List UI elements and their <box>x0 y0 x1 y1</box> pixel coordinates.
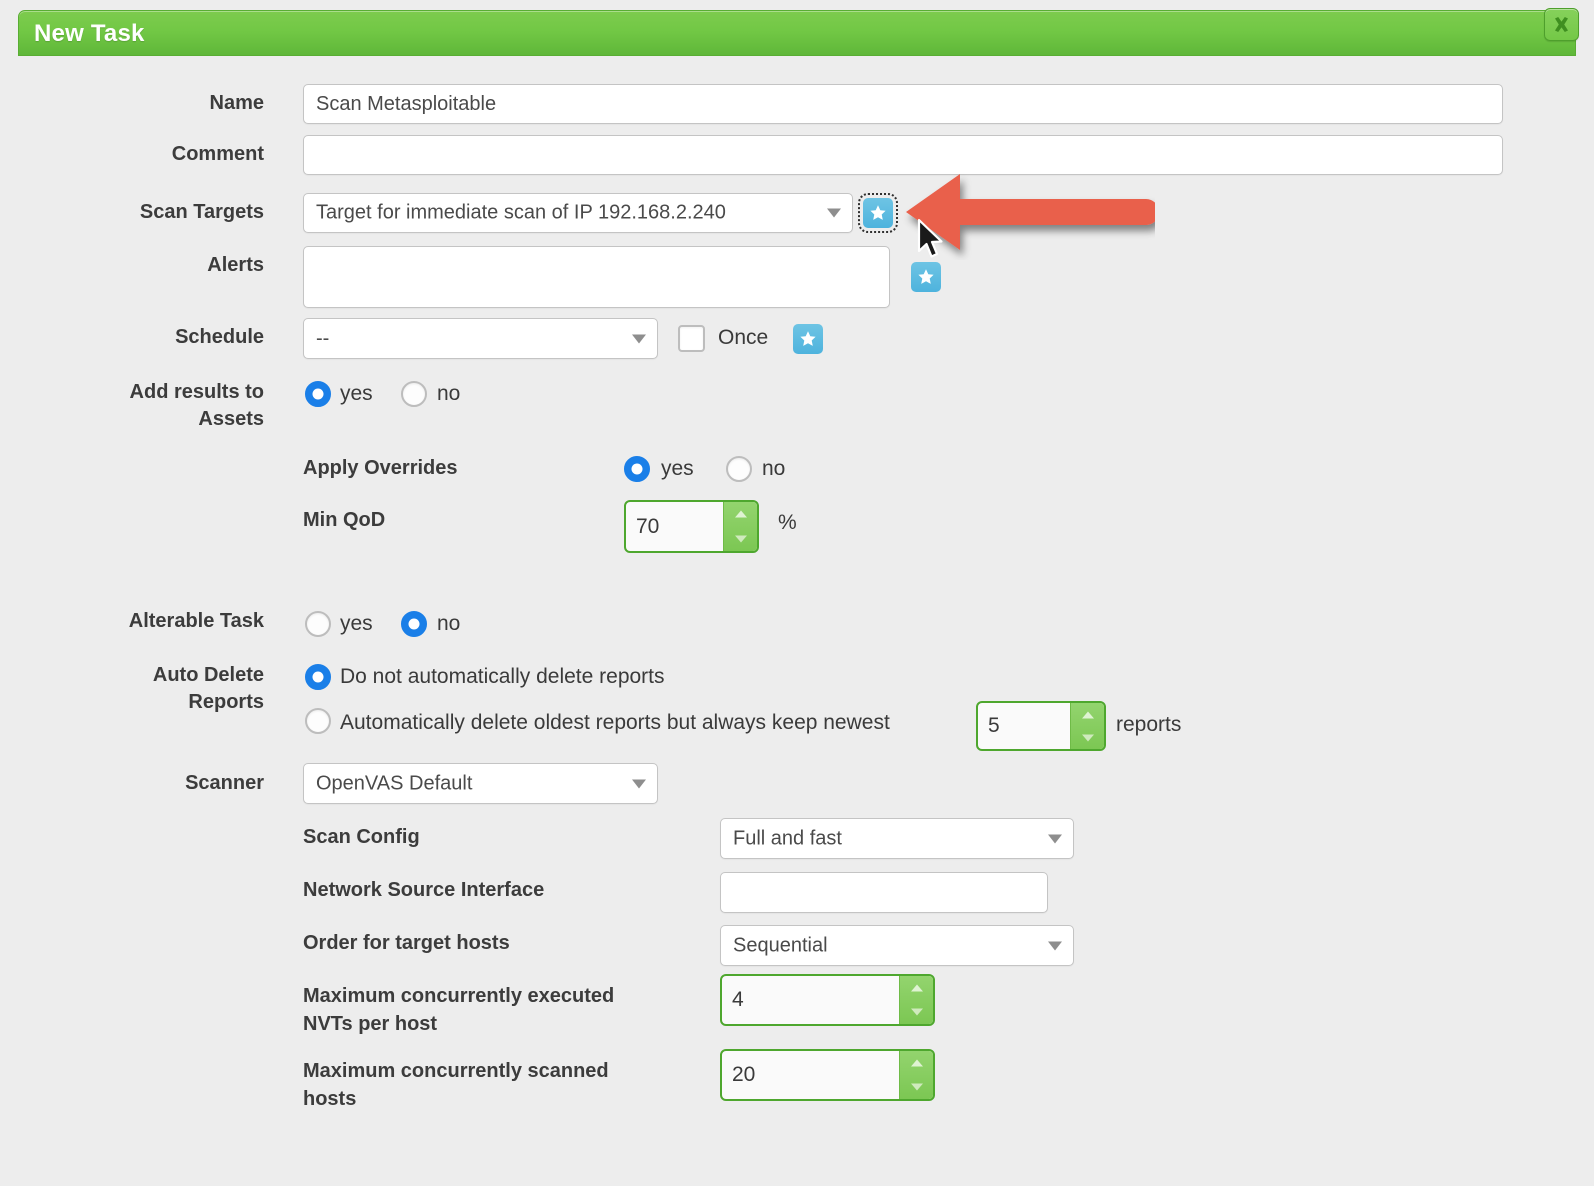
schedule-once-label: Once <box>718 326 769 349</box>
label-add-results-to-assets-line1: Add results to <box>129 381 264 403</box>
min-qod-stepper[interactable] <box>723 502 757 551</box>
min-qod-value: 70 <box>636 514 660 538</box>
stepper[interactable] <box>899 1051 933 1099</box>
alerts-input[interactable] <box>303 246 890 308</box>
alterable-task-yes-radio[interactable] <box>305 611 331 637</box>
chevron-down-icon <box>827 208 841 218</box>
chevron-down-icon <box>632 334 646 343</box>
max-scanned-hosts-spinner[interactable]: 20 <box>720 1049 935 1101</box>
star-icon <box>918 269 934 284</box>
new-task-dialog: New Task Name Comment Scan Targets Targe… <box>0 0 1594 1186</box>
auto-delete-oldest-radio[interactable] <box>305 708 331 734</box>
comment-input[interactable] <box>303 135 1503 175</box>
max-scanned-hosts-value: 20 <box>732 1063 756 1086</box>
label-auto-delete-reports-line1: Auto Delete <box>152 664 264 686</box>
star-icon <box>800 331 816 346</box>
stepper-down-icon[interactable] <box>1071 726 1104 749</box>
min-qod-spinner[interactable]: 70 <box>624 500 759 553</box>
chevron-down-icon <box>1048 941 1062 950</box>
name-input[interactable] <box>303 84 1503 124</box>
order-for-target-hosts-value: Sequential <box>733 934 828 956</box>
schedule-once-checkbox[interactable] <box>678 325 705 352</box>
alterable-task-no-radio[interactable] <box>401 611 427 637</box>
scan-config-value: Full and fast <box>733 827 842 849</box>
star-icon <box>870 205 886 220</box>
add-results-no-radio[interactable] <box>401 381 427 407</box>
auto-delete-keep-label: Do not automatically delete reports <box>340 665 665 688</box>
scanner-select[interactable]: OpenVAS Default <box>303 763 658 804</box>
scan-targets-select[interactable]: Target for immediate scan of IP 192.168.… <box>303 193 853 233</box>
label-max-nvts-line2: NVTs per host <box>303 1013 438 1035</box>
dialog-title: New Task <box>34 20 145 47</box>
label-scanner: Scanner <box>185 772 264 794</box>
stepper-up-icon[interactable] <box>900 976 933 1000</box>
stepper[interactable] <box>899 976 933 1024</box>
dialog-header <box>18 10 1576 56</box>
apply-overrides-yes-label: yes <box>661 457 694 480</box>
apply-overrides-yes-radio[interactable] <box>624 456 650 482</box>
label-min-qod: Min QoD <box>303 509 386 531</box>
schedule-select[interactable]: -- <box>303 318 658 359</box>
label-name: Name <box>209 92 264 114</box>
order-for-target-hosts-select[interactable]: Sequential <box>720 925 1074 966</box>
scanner-value: OpenVAS Default <box>316 772 473 794</box>
apply-overrides-no-label: no <box>762 457 786 480</box>
label-max-scanned-hosts-line2: hosts <box>303 1088 357 1110</box>
stepper-up-icon[interactable] <box>900 1051 933 1075</box>
scan-targets-new-button[interactable] <box>858 193 898 233</box>
add-results-yes-label: yes <box>340 382 373 405</box>
label-scan-config: Scan Config <box>303 826 420 848</box>
network-source-interface-input[interactable] <box>720 872 1048 913</box>
min-qod-unit: % <box>778 511 797 534</box>
auto-delete-keep-count-value: 5 <box>988 714 1000 737</box>
auto-delete-oldest-label: Automatically delete oldest reports but … <box>340 711 890 734</box>
chevron-down-icon <box>1048 834 1062 843</box>
apply-overrides-no-radio[interactable] <box>726 456 752 482</box>
stepper[interactable] <box>1070 703 1104 749</box>
label-alterable-task: Alterable Task <box>128 610 264 632</box>
stepper-down-icon[interactable] <box>900 1000 933 1024</box>
alterable-task-yes-label: yes <box>340 612 373 635</box>
stepper-up-icon[interactable] <box>724 502 757 527</box>
scan-targets-value: Target for immediate scan of IP 192.168.… <box>316 201 726 224</box>
label-max-nvts-line1: Maximum concurrently executed <box>303 985 615 1007</box>
label-order-for-target-hosts: Order for target hosts <box>303 932 510 954</box>
max-nvts-per-host-value: 4 <box>732 988 744 1011</box>
stepper-down-icon[interactable] <box>724 527 757 552</box>
schedule-new-button[interactable] <box>793 324 823 354</box>
label-scan-targets: Scan Targets <box>139 201 264 223</box>
close-button[interactable] <box>1544 8 1579 41</box>
alerts-new-button[interactable] <box>911 262 941 292</box>
label-apply-overrides: Apply Overrides <box>303 457 458 479</box>
label-max-scanned-hosts-line1: Maximum concurrently scanned <box>303 1060 609 1082</box>
auto-delete-keep-count-spinner[interactable]: 5 <box>976 701 1106 751</box>
auto-delete-reports-suffix: reports <box>1116 713 1182 736</box>
label-network-source-interface: Network Source Interface <box>303 879 545 901</box>
add-results-yes-radio[interactable] <box>305 381 331 407</box>
schedule-value: -- <box>316 327 330 349</box>
add-results-no-label: no <box>437 382 461 405</box>
stepper-down-icon[interactable] <box>900 1075 933 1099</box>
auto-delete-keep-radio[interactable] <box>305 664 331 690</box>
label-schedule: Schedule <box>175 326 264 348</box>
scan-config-select[interactable]: Full and fast <box>720 818 1074 859</box>
max-nvts-per-host-spinner[interactable]: 4 <box>720 974 935 1026</box>
dialog-body: Name Comment Scan Targets Target for imm… <box>18 56 1576 1174</box>
alterable-task-no-label: no <box>437 612 461 635</box>
label-alerts: Alerts <box>207 254 264 276</box>
label-comment: Comment <box>171 143 264 165</box>
stepper-up-icon[interactable] <box>1071 703 1104 726</box>
close-icon <box>1555 17 1568 32</box>
label-add-results-to-assets-line2: Assets <box>198 408 264 430</box>
label-auto-delete-reports-line2: Reports <box>188 691 264 713</box>
chevron-down-icon <box>632 779 646 788</box>
